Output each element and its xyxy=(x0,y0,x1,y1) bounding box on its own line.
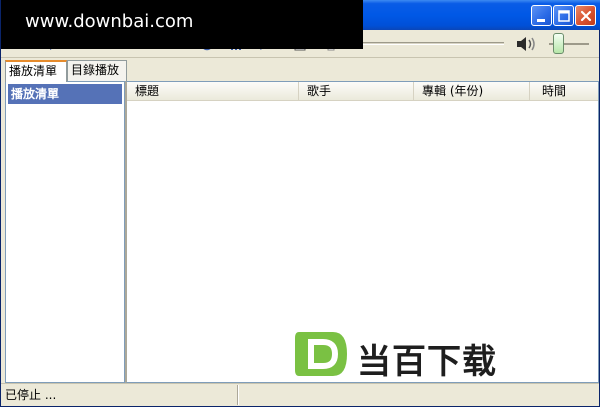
table-header: 標題 歌手 專輯 (年份) 時間 xyxy=(127,82,598,101)
close-icon xyxy=(580,10,592,22)
logo-text: 当百下载 xyxy=(357,342,497,382)
sidebar-item-playlist[interactable]: 播放清單 xyxy=(8,84,122,104)
close-button[interactable] xyxy=(575,5,596,26)
seek-slider[interactable] xyxy=(346,42,504,45)
watermark-text: www.downbai.com xyxy=(25,11,194,32)
column-header-time[interactable]: 時間 xyxy=(530,82,598,101)
status-text: 已停止 ... xyxy=(5,388,57,402)
app-window: www.downbai.com 播放清單 目錄播放 播放清單 標題 歌手 專輯 … xyxy=(0,0,600,407)
column-header-album[interactable]: 專輯 (年份) xyxy=(414,82,530,101)
minimize-icon xyxy=(537,19,545,22)
column-header-artist[interactable]: 歌手 xyxy=(299,82,414,101)
site-watermark: www.downbai.com xyxy=(1,0,363,49)
maximize-icon xyxy=(558,10,570,22)
playlist-sidebar: 播放清單 xyxy=(5,81,125,383)
site-logo: 当百下载 xyxy=(293,330,543,382)
speaker-icon[interactable] xyxy=(515,34,539,54)
volume-slider-thumb[interactable] xyxy=(553,33,564,54)
sidebar-tabs: 播放清單 目錄播放 xyxy=(5,60,127,82)
status-bar: 已停止 ... xyxy=(1,383,599,406)
minimize-button[interactable] xyxy=(531,5,552,26)
tab-folder-play[interactable]: 目錄播放 xyxy=(67,60,127,81)
column-header-title[interactable]: 標題 xyxy=(127,82,299,101)
maximize-button[interactable] xyxy=(553,5,574,26)
logo-badge-icon xyxy=(295,332,347,376)
status-separator xyxy=(237,385,239,405)
tab-playlist[interactable]: 播放清單 xyxy=(5,60,67,82)
